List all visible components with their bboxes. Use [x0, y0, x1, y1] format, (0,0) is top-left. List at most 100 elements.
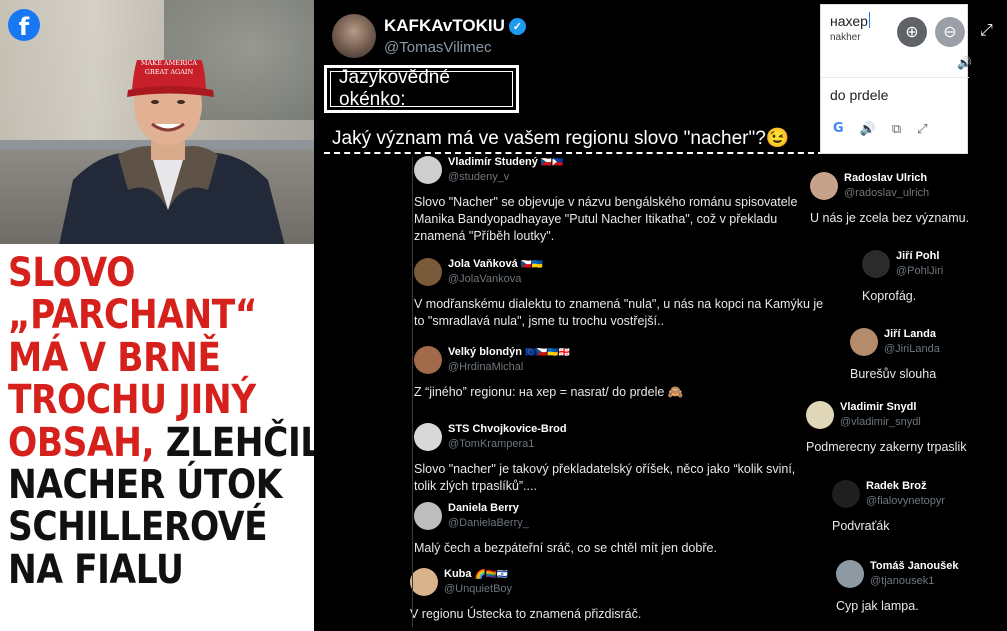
reply-comment[interactable]: Radek Brož @fialovynetopyr Podvraťák: [832, 480, 982, 535]
headline-red-text: OBSAH,: [8, 419, 155, 466]
comment-text: Slovo "nacher" je takový překladatelský …: [414, 462, 796, 493]
article-headline: SLOVO „PARCHANT“ MÁ V BRNĚ TROCHU JINÝ OBSAH…: [8, 252, 322, 591]
flag-icons: 🌈🏳️‍🌈🇮🇱: [474, 569, 509, 579]
commenter-avatar[interactable]: [414, 423, 442, 451]
expand-icon[interactable]: ⤢: [917, 121, 927, 137]
reply-comment[interactable]: Jiří Pohl @PohlJiri Koprofág.: [862, 250, 1002, 305]
commenter-name[interactable]: Jola Vaňková 🇨🇿🇺🇦: [448, 258, 543, 270]
reply-comment[interactable]: Vladimír Studený 🇨🇿🇵🇭 @studeny_v Slovo "Nac…: [414, 156, 804, 245]
reply-comment[interactable]: Radoslav Ulrich @radoslav_ulrich U nás je …: [810, 172, 970, 227]
dashed-underline: [324, 152, 824, 154]
verified-badge-icon: ✓: [508, 17, 526, 35]
commenter-name-text: Radek Brož: [866, 480, 927, 492]
facebook-icon[interactable]: f: [8, 9, 40, 41]
headline-black-text: ZLEHČIL: [154, 419, 323, 466]
author-avatar[interactable]: [332, 14, 376, 58]
headline-line: SCHILLEROVÉ: [8, 506, 269, 548]
headline-black-text: SCHILLEROVÉ: [8, 504, 268, 551]
translate-toolbar: G 🔊 ⧉ ⤢: [833, 121, 928, 137]
commenter-handle[interactable]: @radoslav_ulrich: [844, 187, 929, 199]
translate-source[interactable]: нахер: [830, 12, 870, 29]
reply-comment[interactable]: STS Chvojkovice-Brod @TomKrampera1 Slovo "…: [414, 423, 804, 495]
commenter-name-text: STS Chvojkovice-Brod: [448, 423, 567, 435]
commenter-avatar[interactable]: [414, 346, 442, 374]
headline-black-text: NACHER ÚTOK: [8, 462, 282, 509]
commenter-name-text: Jiří Landa: [884, 328, 936, 340]
headline-red-text: „PARCHANT“: [8, 292, 257, 339]
zoom-in-icon[interactable]: ⊕: [897, 17, 927, 47]
reply-comment[interactable]: Vladimir Snydl @vladimir_snydl Podmerecny …: [806, 401, 986, 456]
commenter-avatar[interactable]: [850, 328, 878, 356]
commenter-name[interactable]: Tomáš Janoušek: [870, 560, 958, 572]
commenter-avatar[interactable]: [836, 560, 864, 588]
headline-line: NACHER ÚTOK: [8, 464, 282, 506]
zoom-out-icon[interactable]: ⊖: [935, 17, 965, 47]
comment-text: V modřanskému dialektu to znamená "nula"…: [414, 297, 824, 328]
comment-text: Z “jiného” regionu: на хер = nasrat/ do …: [414, 385, 684, 399]
commenter-name[interactable]: Radek Brož: [866, 480, 945, 492]
commenter-avatar[interactable]: [410, 568, 438, 596]
reply-comment[interactable]: Tomáš Janoušek @tjanousek1 Cyp jak lampa.: [836, 560, 996, 615]
commenter-avatar[interactable]: [414, 258, 442, 286]
politician-photo: MAKE AMERICA GREAT AGAIN: [0, 0, 314, 244]
headline-line: SLOVO: [8, 252, 269, 294]
commenter-handle[interactable]: @studeny_v: [448, 171, 563, 183]
post-author[interactable]: KAFKAvTOKIU ✓ @TomasVilimec: [332, 14, 526, 58]
headline-red-text: TROCHU JINÝ: [8, 377, 256, 424]
commenter-handle[interactable]: @TomKrampera1: [448, 438, 567, 450]
commenter-avatar[interactable]: [862, 250, 890, 278]
commenter-name[interactable]: Daniela Berry: [448, 502, 529, 514]
commenter-name[interactable]: Radoslav Ulrich: [844, 172, 929, 184]
reply-comment[interactable]: Daniela Berry @DanielaBerry_ Malý čech a b…: [414, 502, 804, 557]
commenter-handle[interactable]: @UnquietBoy: [444, 583, 512, 595]
commenter-handle[interactable]: @JolaVankova: [448, 273, 543, 285]
comment-text: Podvraťák: [832, 519, 890, 533]
commenter-name[interactable]: Vladimir Snydl: [840, 401, 921, 413]
commenter-handle[interactable]: @PohlJiri: [896, 265, 943, 277]
commenter-name[interactable]: Jiří Landa: [884, 328, 940, 340]
translate-divider: [821, 77, 969, 78]
article-thumbnail: MAKE AMERICA GREAT AGAIN f SLOVO „PARCHAN…: [0, 0, 322, 631]
commenter-name[interactable]: Vladimír Studený 🇨🇿🇵🇭: [448, 156, 563, 168]
commenter-handle[interactable]: @DanielaBerry_: [448, 517, 529, 529]
translate-result: do prdele: [830, 87, 889, 103]
headline-line: OBSAH, ZLEHČIL: [8, 419, 322, 466]
google-icon[interactable]: G: [833, 121, 844, 137]
commenter-avatar[interactable]: [810, 172, 838, 200]
reply-comment[interactable]: Velký blondýn 🇪🇺🇨🇿🇺🇦🇬🇪 @HrdinaMichal Z “jin…: [414, 346, 814, 401]
commenter-name[interactable]: Jiří Pohl: [896, 250, 943, 262]
commenter-name[interactable]: Kuba 🌈🏳️‍🌈🇮🇱: [444, 568, 512, 580]
reply-comment[interactable]: Jola Vaňková 🇨🇿🇺🇦 @JolaVankova V modřanském…: [414, 258, 824, 330]
commenter-handle[interactable]: @tjanousek1: [870, 575, 958, 587]
svg-text:GREAT AGAIN: GREAT AGAIN: [145, 68, 194, 76]
person-figure: MAKE AMERICA GREAT AGAIN: [59, 60, 285, 244]
commenter-avatar[interactable]: [414, 502, 442, 530]
fullscreen-icon[interactable]: ⤢: [980, 22, 993, 40]
source-speaker-icon[interactable]: 🔊: [957, 56, 972, 70]
commenter-name[interactable]: Velký blondýn 🇪🇺🇨🇿🇺🇦🇬🇪: [448, 346, 570, 358]
comment-text: Koprofág.: [862, 289, 917, 303]
reply-comment[interactable]: Jiří Landa @JiriLanda Burešův slouha: [850, 328, 1000, 383]
comment-text: U nás je zcela bez významu.: [810, 211, 970, 225]
reply-comment[interactable]: Kuba 🌈🏳️‍🌈🇮🇱 @UnquietBoy V regionu Ústecka …: [410, 568, 810, 623]
commenter-name-text: Jiří Pohl: [896, 250, 940, 262]
headline-red-text: SLOVO: [8, 250, 135, 296]
copy-icon[interactable]: ⧉: [892, 121, 901, 137]
commenter-handle[interactable]: @vladimir_snydl: [840, 416, 921, 428]
commenter-name-text: Radoslav Ulrich: [844, 172, 928, 184]
commenter-name[interactable]: STS Chvojkovice-Brod: [448, 423, 567, 435]
commenter-handle[interactable]: @HrdinaMichal: [448, 361, 570, 373]
comment-text: Slovo "Nacher" se objevuje v názvu bengá…: [414, 195, 798, 243]
commenter-name-text: Daniela Berry: [448, 502, 519, 514]
speaker-icon[interactable]: 🔊: [860, 121, 876, 137]
commenter-avatar[interactable]: [832, 480, 860, 508]
commenter-avatar[interactable]: [414, 156, 442, 184]
commenter-handle[interactable]: @fialovynetopyr: [866, 495, 945, 507]
boxed-title-text: Jazykovědné okénko:: [330, 67, 513, 110]
commenter-name-text: Vladimir Snydl: [840, 401, 917, 413]
commenter-name-text: Jola Vaňková: [448, 258, 518, 270]
commenter-avatar[interactable]: [806, 401, 834, 429]
author-name[interactable]: KAFKAvTOKIU: [384, 16, 505, 36]
author-handle[interactable]: @TomasVilimec: [384, 39, 526, 56]
commenter-handle[interactable]: @JiriLanda: [884, 343, 940, 355]
